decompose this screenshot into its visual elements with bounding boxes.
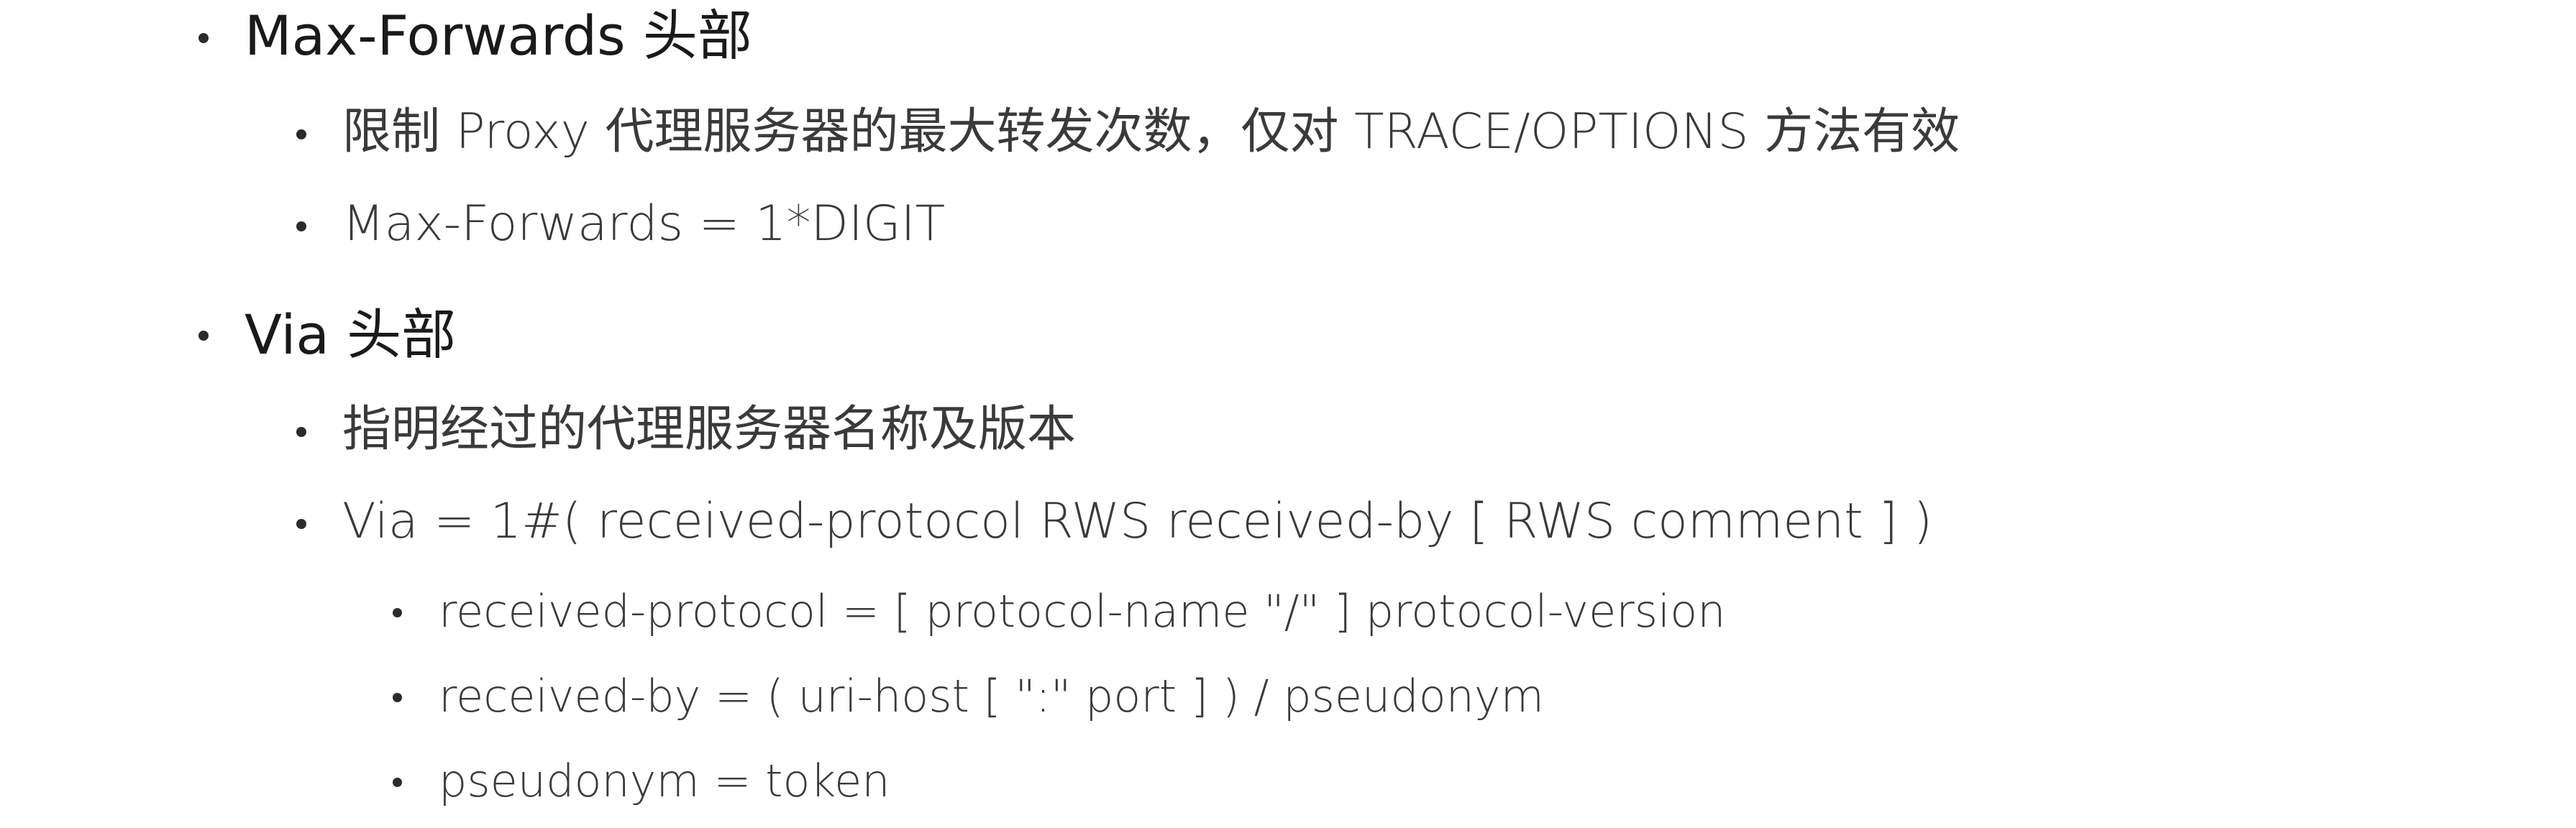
bullet-label: Max-Forwards = 1*DIGIT — [342, 196, 946, 252]
bullet-label: received-protocol = [ protocol-name "/" … — [439, 585, 1726, 638]
bullet-dot — [296, 519, 306, 529]
bullet-label: pseudonym = token — [439, 755, 890, 807]
bullet-label: 指明经过的代理服务器名称及版本 — [342, 401, 1077, 458]
bullet-dot — [198, 331, 209, 341]
bullet-dot — [393, 608, 402, 617]
bullet-label: received-by = ( uri-host [ ":" port ] ) … — [439, 670, 1545, 722]
bullet-label: Via 头部 — [245, 303, 457, 367]
bullet-dot — [296, 129, 306, 139]
bullet-dot — [198, 33, 209, 43]
bullet-label: 限制 Proxy 代理服务器的最大转发次数，仅对 TRACE/OPTIONS 方… — [342, 104, 1960, 160]
bullet-dot — [393, 693, 402, 702]
bullet-label: Max-Forwards 头部 — [245, 4, 752, 68]
bullet-dot — [393, 778, 402, 787]
bullet-label: Via = 1#( received-protocol RWS received… — [342, 493, 1933, 550]
slide-content: Max-Forwards 头部 限制 Proxy 代理服务器的最大转发次数，仅对… — [0, 0, 2576, 828]
bullet-dot — [296, 427, 306, 437]
bullet-dot — [296, 221, 306, 231]
